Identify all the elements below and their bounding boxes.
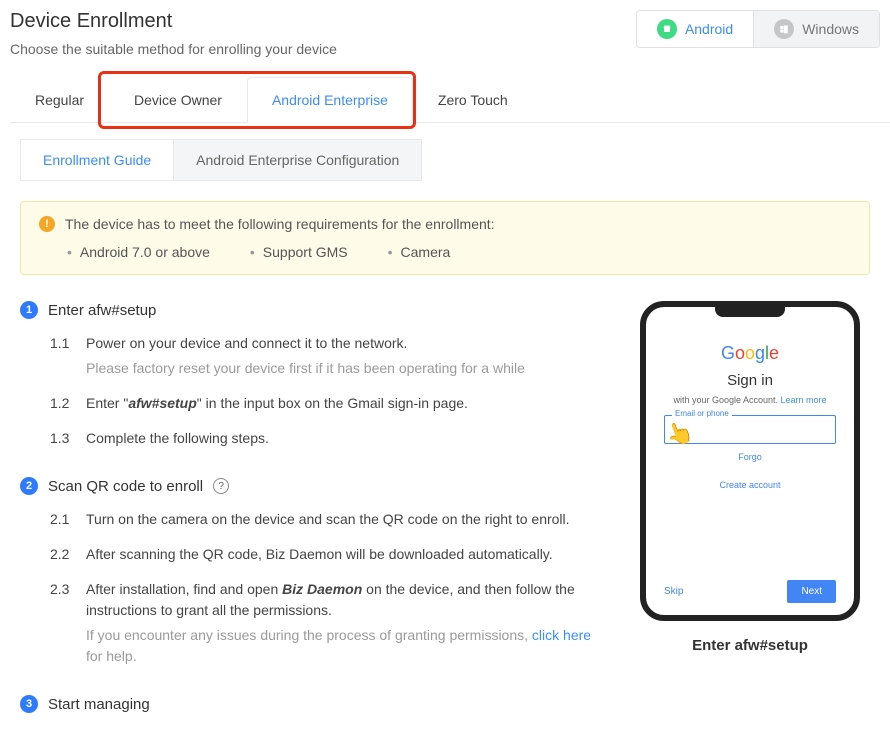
windows-icon — [774, 19, 794, 39]
phone-signin-title: Sign in — [664, 372, 836, 389]
page-subtitle: Choose the suitable method for enrolling… — [10, 41, 337, 57]
google-logo: Google — [664, 343, 836, 364]
phone-forgot-link: Forgo — [664, 452, 836, 462]
substep-1-2-num: 1.2 — [50, 393, 76, 414]
notice-heading: The device has to meet the following req… — [65, 216, 495, 232]
click-here-link[interactable]: click here — [532, 627, 591, 643]
enrollment-method-tabs: Regular Device Owner Android Enterprise … — [10, 77, 890, 123]
substep-2-3-note-b: for help. — [86, 648, 137, 664]
phone-email-label: Email or phone — [672, 409, 732, 418]
step-2-badge: 2 — [20, 477, 38, 495]
os-tab-android-label: Android — [685, 21, 733, 37]
help-icon[interactable]: ? — [213, 478, 229, 494]
warning-icon: ! — [39, 216, 55, 232]
substep-2-2-num: 2.2 — [50, 544, 76, 565]
substep-2-3-text: After installation, find and open Biz Da… — [86, 579, 600, 667]
step-3-title: Start managing — [48, 696, 150, 713]
phone-email-input-wrap: Email or phone 👆 — [664, 415, 836, 444]
step-2: 2 Scan QR code to enroll ? 2.1 Turn on t… — [20, 477, 600, 667]
step-3-badge: 3 — [20, 695, 38, 713]
sub-tabs: Enrollment Guide Android Enterprise Conf… — [20, 139, 870, 181]
step-2-title: Scan QR code to enroll — [48, 478, 203, 495]
step-1: 1 Enter afw#setup 1.1 Power on your devi… — [20, 301, 600, 449]
sub-tab-enrollment-guide[interactable]: Enrollment Guide — [20, 139, 174, 181]
phone-learn-more-link: Learn more — [781, 395, 827, 405]
substep-1-1-note: Please factory reset your device first i… — [86, 358, 525, 379]
substep-1-1-num: 1.1 — [50, 333, 76, 379]
req-camera: Camera — [388, 244, 451, 260]
substep-2-1-text: Turn on the camera on the device and sca… — [86, 509, 570, 530]
page-title: Device Enrollment — [10, 10, 337, 33]
tab-android-enterprise[interactable]: Android Enterprise — [247, 77, 413, 123]
step-3: 3 Start managing — [20, 695, 600, 713]
requirements-notice: ! The device has to meet the following r… — [20, 201, 870, 275]
substep-2-3-num: 2.3 — [50, 579, 76, 667]
req-gms: Support GMS — [250, 244, 348, 260]
phone-create-account-link: Create account — [664, 480, 836, 490]
tab-zero-touch[interactable]: Zero Touch — [413, 77, 533, 122]
os-tab-windows[interactable]: Windows — [753, 11, 879, 47]
phone-illustration: Google Sign in with your Google Account.… — [630, 301, 870, 654]
substep-1-1-text: Power on your device and connect it to t… — [86, 333, 525, 379]
substep-1-3-num: 1.3 — [50, 428, 76, 449]
tab-device-owner[interactable]: Device Owner — [109, 77, 247, 122]
os-tab-windows-label: Windows — [802, 21, 859, 37]
android-icon — [657, 19, 677, 39]
substep-1-2-text: Enter "afw#setup" in the input box on th… — [86, 393, 468, 414]
substep-2-3-note-a: If you encounter any issues during the p… — [86, 627, 532, 643]
req-android-version: Android 7.0 or above — [67, 244, 210, 260]
phone-skip-button: Skip — [664, 586, 683, 597]
step-1-title: Enter afw#setup — [48, 302, 156, 319]
phone-caption: Enter afw#setup — [630, 637, 870, 654]
os-tab-android[interactable]: Android — [637, 11, 753, 47]
substep-2-2-text: After scanning the QR code, Biz Daemon w… — [86, 544, 553, 565]
step-1-badge: 1 — [20, 301, 38, 319]
sub-tab-ae-config[interactable]: Android Enterprise Configuration — [174, 139, 422, 181]
substep-2-1-num: 2.1 — [50, 509, 76, 530]
substep-1-3-text: Complete the following steps. — [86, 428, 269, 449]
os-tabs: Android Windows — [636, 10, 880, 48]
phone-next-button: Next — [787, 580, 836, 603]
tab-regular[interactable]: Regular — [10, 77, 109, 122]
phone-signin-sub: with your Google Account. Learn more — [664, 395, 836, 405]
